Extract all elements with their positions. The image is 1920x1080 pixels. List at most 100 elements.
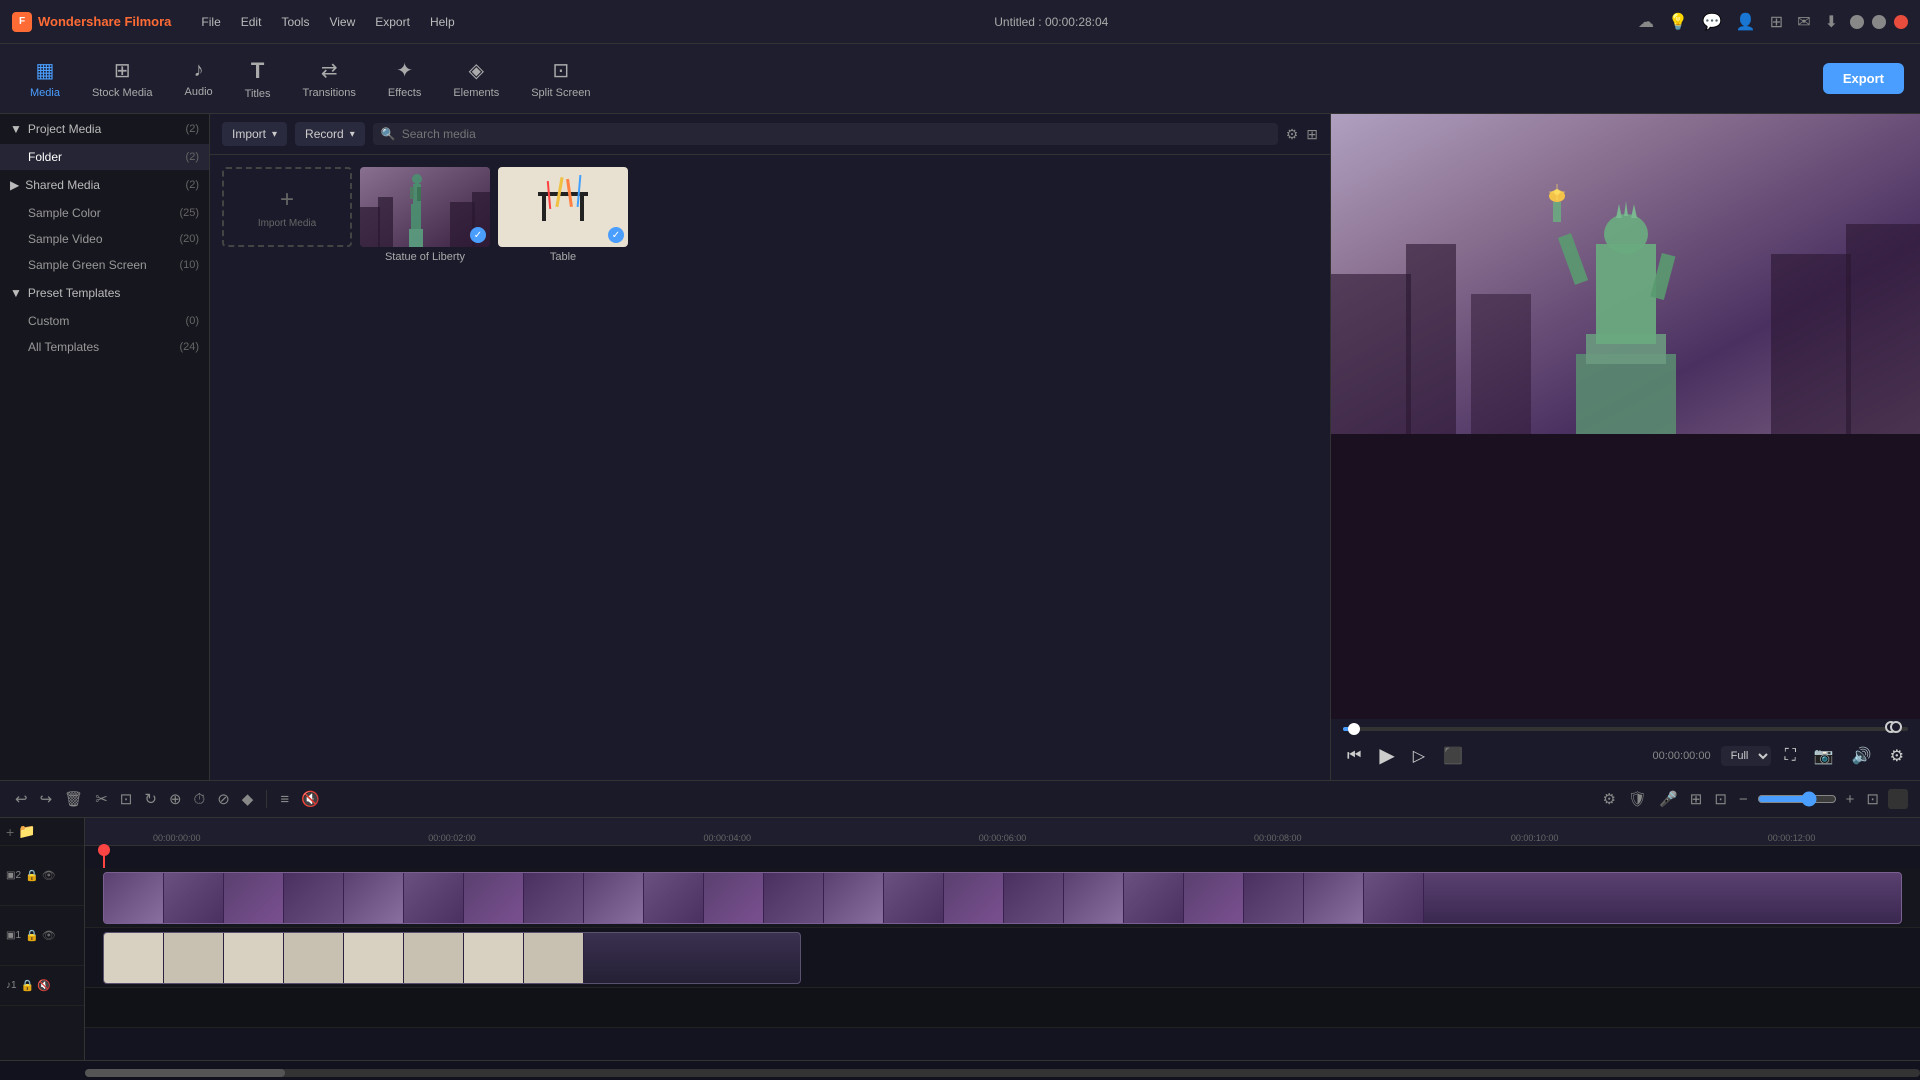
statue-clip[interactable]: Statue of Liberty: [103, 872, 1901, 924]
rotate-button[interactable]: ↻: [141, 787, 160, 811]
playhead-top: [98, 844, 110, 856]
redo-button[interactable]: ↪: [37, 787, 56, 811]
profile-icon[interactable]: 👤: [1736, 12, 1756, 32]
play-button[interactable]: ▶: [1375, 739, 1398, 772]
chat-icon[interactable]: 💬: [1702, 12, 1722, 32]
sample-color-item[interactable]: Sample Color (25): [0, 200, 209, 226]
project-media-label: Project Media: [28, 122, 101, 136]
toolbar-split-screen[interactable]: ⊡ Split Screen: [517, 52, 604, 105]
cloud-icon[interactable]: ☁: [1638, 12, 1654, 32]
menu-view[interactable]: View: [319, 11, 365, 33]
shield-button[interactable]: 🛡: [1625, 787, 1650, 811]
timeline-view-toggle[interactable]: [1888, 789, 1908, 809]
snapshot-button[interactable]: 📷: [1810, 742, 1838, 770]
minimize-button[interactable]: −: [1850, 15, 1864, 29]
timeline-tracks-area[interactable]: 00:00:00:00 00:00:02:00 00:00:04:00 00:0…: [85, 818, 1920, 1060]
zoom-in-button[interactable]: +: [1843, 788, 1858, 811]
keyframe-button[interactable]: ◆: [239, 787, 257, 811]
timeline-content: + 📁 ▣2 🔒 👁 ▣1 🔒 👁 ♪1: [0, 818, 1920, 1060]
add-folder-button[interactable]: 📁: [18, 823, 35, 840]
toolbar-separator: [266, 790, 267, 808]
preset-templates-header[interactable]: ▼ Preset Templates: [0, 278, 209, 308]
toolbar-titles[interactable]: T Titles: [231, 52, 285, 106]
all-templates-item[interactable]: All Templates (24): [0, 334, 209, 360]
v2-track-row[interactable]: Statue of Liberty: [85, 868, 1920, 928]
delete-button[interactable]: 🗑: [61, 787, 86, 811]
toolbar-stock-media[interactable]: ⊞ Stock Media: [78, 52, 167, 105]
record-button[interactable]: Record ▾: [295, 122, 365, 146]
sample-video-item[interactable]: Sample Video (20): [0, 226, 209, 252]
a1-track-row[interactable]: [85, 988, 1920, 1028]
grid-view-icon[interactable]: ⊞: [1306, 126, 1318, 143]
toolbar-transitions[interactable]: ⇄ Transitions: [289, 52, 370, 105]
v2-eye-icon[interactable]: 👁: [42, 869, 56, 882]
menu-export[interactable]: Export: [365, 11, 420, 33]
cut-button[interactable]: ✂: [92, 787, 111, 811]
menu-file[interactable]: File: [191, 11, 230, 33]
main-area: ▼ Project Media (2) Folder (2) ▶ Shared …: [0, 114, 1920, 780]
download-icon[interactable]: ⬇: [1825, 12, 1838, 32]
v2-lock-icon[interactable]: 🔒: [25, 869, 39, 882]
scrollbar-thumb[interactable]: [85, 1069, 285, 1077]
zoom-out-button[interactable]: −: [1736, 788, 1751, 811]
speed-button[interactable]: ⏱: [191, 788, 209, 811]
left-panel: ▼ Project Media (2) Folder (2) ▶ Shared …: [0, 114, 210, 780]
close-button[interactable]: ✕: [1894, 15, 1908, 29]
mail-icon[interactable]: ✉: [1797, 12, 1810, 32]
shared-media-header[interactable]: ▶ Shared Media (2): [0, 170, 209, 200]
project-media-header[interactable]: ▼ Project Media (2): [0, 114, 209, 144]
timeline-settings-button[interactable]: ⚙: [1600, 787, 1619, 811]
shared-media-arrow: ▶: [10, 178, 19, 192]
captions-button[interactable]: ⊡: [1711, 787, 1730, 811]
rewind-button[interactable]: ⏮: [1343, 743, 1365, 769]
a1-lock-icon[interactable]: 🔒: [21, 979, 35, 992]
stop-button[interactable]: ⬛: [1439, 742, 1467, 770]
toolbar-media[interactable]: ▦ Media: [16, 52, 74, 105]
export-button[interactable]: Export: [1823, 63, 1904, 94]
custom-template-item[interactable]: Custom (0): [0, 308, 209, 334]
progress-bar[interactable]: [1343, 727, 1908, 731]
sticker-button[interactable]: ⊞: [1687, 787, 1706, 811]
split-button[interactable]: ⊘: [214, 787, 233, 811]
v1-eye-icon[interactable]: 👁: [42, 929, 56, 942]
mute-button[interactable]: 🔇: [298, 787, 323, 811]
filter-icon[interactable]: ⚙: [1286, 126, 1299, 143]
zoom-slider[interactable]: [1757, 791, 1837, 807]
table-clip[interactable]: Table: [103, 932, 800, 984]
settings-preview-button[interactable]: ⚙: [1886, 742, 1908, 770]
play-forward-button[interactable]: ▷: [1409, 742, 1429, 770]
crop-button[interactable]: ⊡: [117, 787, 136, 811]
timeline-toolbar: ↩ ↪ 🗑 ✂ ⊡ ↻ ⊕ ⏱ ⊘ ◆ ≡ 🔇 ⚙ 🛡 🎤 ⊞ ⊡ − + ⊡: [0, 781, 1920, 818]
folder-item[interactable]: Folder (2): [0, 144, 209, 170]
maximize-button[interactable]: □: [1872, 15, 1886, 29]
effects-label: Effects: [388, 87, 421, 99]
import-button[interactable]: Import ▾: [222, 122, 287, 146]
v1-track-row[interactable]: Table: [85, 928, 1920, 988]
v1-lock-icon[interactable]: 🔒: [25, 929, 39, 942]
quality-select[interactable]: Full: [1721, 746, 1771, 766]
duplicate-button[interactable]: ⊕: [166, 787, 185, 811]
sample-green-screen-item[interactable]: Sample Green Screen (10): [0, 252, 209, 278]
fit-button[interactable]: ⊡: [1863, 787, 1882, 811]
mic-timeline-button[interactable]: 🎤: [1656, 787, 1681, 811]
grid2-icon[interactable]: ⊞: [1770, 12, 1783, 32]
toolbar-elements[interactable]: ◈ Elements: [439, 52, 513, 105]
timeline-bottom: [0, 1060, 1920, 1080]
toolbar-effects[interactable]: ✦ Effects: [374, 52, 435, 105]
volume-button[interactable]: 🔊: [1848, 742, 1876, 770]
toolbar-audio[interactable]: ♪ Audio: [171, 53, 227, 104]
menu-help[interactable]: Help: [420, 11, 465, 33]
import-media-card[interactable]: + Import Media: [222, 167, 352, 263]
add-track-button[interactable]: +: [6, 824, 14, 840]
menu-tools[interactable]: Tools: [271, 11, 319, 33]
timeline-scrollbar[interactable]: [85, 1069, 1920, 1077]
table-card[interactable]: ✓ Table: [498, 167, 628, 263]
menu-edit[interactable]: Edit: [231, 11, 272, 33]
eq-button[interactable]: ≡: [277, 788, 292, 811]
lightbulb-icon[interactable]: 💡: [1668, 12, 1688, 32]
a1-mute-icon[interactable]: 🔇: [37, 979, 51, 992]
fullscreen-button[interactable]: ⛶: [1781, 743, 1800, 769]
statue-of-liberty-card[interactable]: ✓ Statue of Liberty: [360, 167, 490, 263]
undo-button[interactable]: ↩: [12, 787, 31, 811]
search-input[interactable]: [402, 127, 1270, 141]
